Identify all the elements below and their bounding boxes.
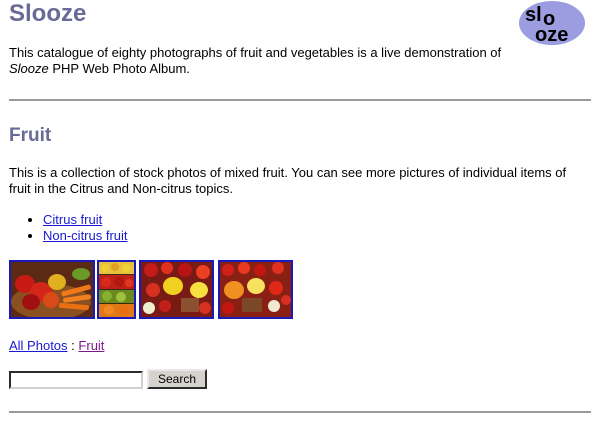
breadcrumb-all-photos[interactable]: All Photos [9, 338, 68, 353]
svg-text:sl: sl [525, 4, 542, 26]
site-title: Slooze [9, 0, 87, 27]
mixed-fruit-image-1 [141, 262, 212, 317]
divider-bottom [9, 411, 591, 413]
divider-top [9, 99, 591, 101]
subtopic-list: Citrus fruit Non-citrus fruit [9, 212, 128, 244]
thumb-fruit-basket-carrots[interactable] [9, 260, 95, 319]
intro-text-after: PHP Web Photo Album. [48, 61, 190, 76]
mixed-fruit-image-2 [220, 262, 291, 317]
subtopic-item: Non-citrus fruit [43, 228, 128, 244]
search-input[interactable] [9, 371, 143, 389]
breadcrumb-separator: : [71, 338, 75, 353]
subtopic-item: Citrus fruit [43, 212, 128, 228]
topic-title: Fruit [9, 125, 52, 146]
search-button[interactable]: Search [147, 369, 207, 389]
fruit-stall-image [99, 262, 134, 317]
site-intro: This catalogue of eighty photographs of … [9, 45, 529, 77]
intro-text-before: This catalogue of eighty photographs of … [9, 45, 502, 60]
topic-description: This is a collection of stock photos of … [9, 165, 567, 196]
thumb-mixed-fruit-2[interactable] [218, 260, 293, 319]
thumb-mixed-fruit-1[interactable] [139, 260, 214, 319]
breadcrumb: All Photos : Fruit [9, 338, 104, 354]
fruit-basket-image [11, 262, 93, 317]
breadcrumb-current-fruit[interactable]: Fruit [78, 338, 104, 353]
subtopic-link-citrus[interactable]: Citrus fruit [43, 212, 102, 227]
subtopic-link-non-citrus[interactable]: Non-citrus fruit [43, 228, 128, 243]
svg-text:oze: oze [535, 24, 568, 45]
slooze-logo: sl o oze [519, 1, 585, 45]
thumb-fruit-stall[interactable] [97, 260, 136, 319]
intro-product-name: Slooze [9, 61, 49, 76]
